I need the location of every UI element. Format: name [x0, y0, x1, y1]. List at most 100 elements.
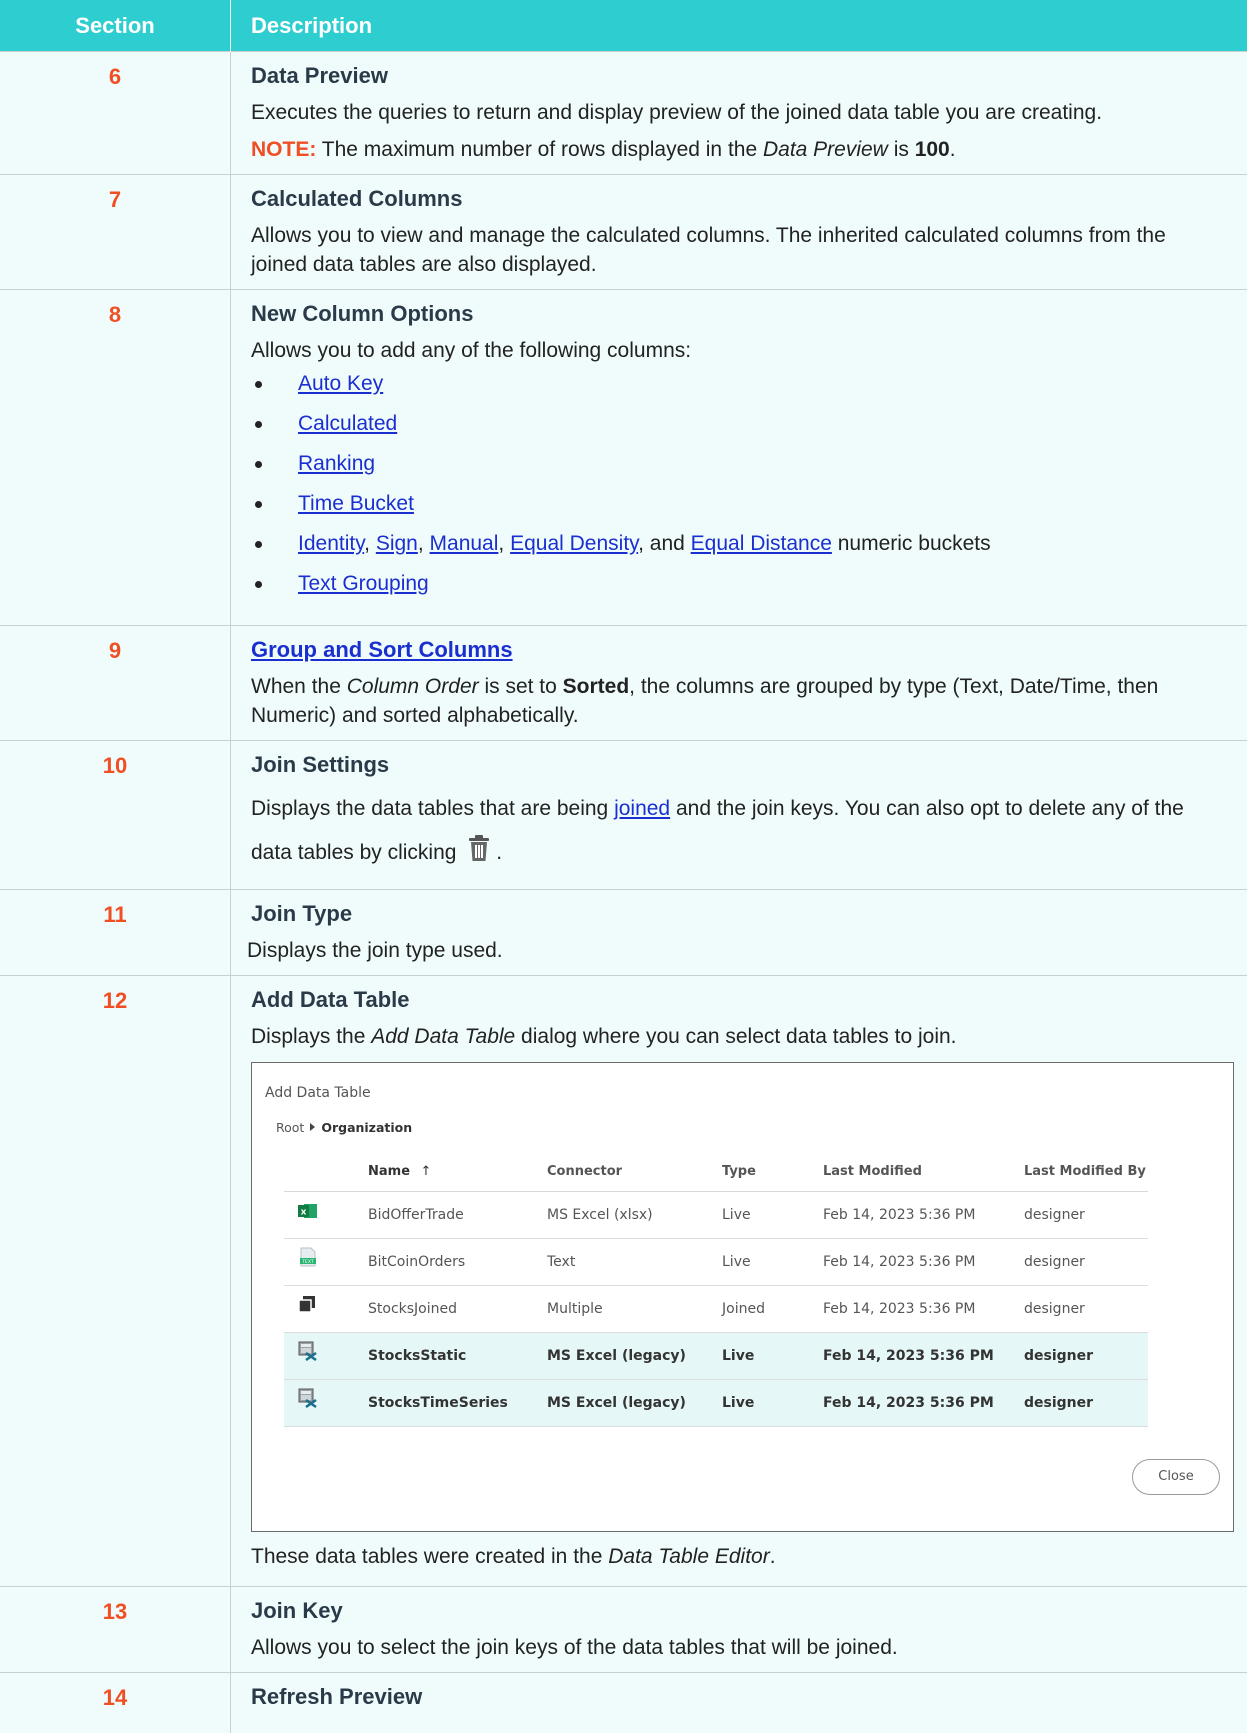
- time-bucket-link[interactable]: Time Bucket: [298, 492, 414, 515]
- table-row: 9 Group and Sort Columns When the Column…: [0, 626, 1247, 741]
- text-grouping-link[interactable]: Text Grouping: [298, 572, 429, 595]
- column-header-name[interactable]: Name ↑: [368, 1151, 547, 1192]
- section-number: 7: [0, 175, 231, 290]
- table-connector: Text: [547, 1239, 722, 1286]
- section-title: Refresh Preview: [251, 1684, 1227, 1710]
- close-button[interactable]: Close: [1132, 1459, 1220, 1495]
- dialog-title: Add Data Table: [265, 1079, 371, 1108]
- auto-key-link[interactable]: Auto Key: [298, 372, 383, 395]
- text-span: is set to: [479, 675, 563, 698]
- section-number: 9: [0, 626, 231, 741]
- add-data-table-dialog: Add Data Table RootOrganization Name ↑ C…: [251, 1062, 1234, 1532]
- separator: ,: [418, 532, 430, 555]
- table-name: BidOfferTrade: [368, 1192, 547, 1239]
- table-modified: Feb 14, 2023 5:36 PM: [823, 1333, 1024, 1380]
- section-title: Group and Sort Columns: [251, 637, 1227, 663]
- text-file-icon: TEXT: [284, 1239, 368, 1286]
- table-row[interactable]: StocksTimeSeries MS Excel (legacy) Live …: [284, 1380, 1148, 1427]
- text-span: dialog where you can select data tables …: [515, 1025, 956, 1048]
- table-header-row: Section Description: [0, 0, 1247, 52]
- note: NOTE: The maximum number of rows display…: [251, 135, 1227, 164]
- table-type: Live: [722, 1380, 823, 1427]
- table-row[interactable]: StocksJoined Multiple Joined Feb 14, 202…: [284, 1286, 1148, 1333]
- table-row[interactable]: x BidOfferTrade MS Excel (xlsx) Live Feb…: [284, 1192, 1148, 1239]
- data-table-list: Name ↑ Connector Type Last Modified Last…: [284, 1151, 1148, 1427]
- section-number: 12: [0, 976, 231, 1587]
- table-modified-by: designer: [1024, 1333, 1148, 1380]
- table-modified-by: designer: [1024, 1192, 1148, 1239]
- text-emphasis: Data Table Editor: [608, 1545, 770, 1568]
- section-title: Join Settings: [251, 752, 1227, 778]
- table-type: Live: [722, 1192, 823, 1239]
- table-row: 10 Join Settings Displays the data table…: [0, 741, 1247, 890]
- table-connector: MS Excel (legacy): [547, 1380, 722, 1427]
- text-emphasis: Column Order: [347, 675, 479, 698]
- table-name: StocksTimeSeries: [368, 1380, 547, 1427]
- section-description: Join Key Allows you to select the join k…: [231, 1587, 1247, 1673]
- joined-link[interactable]: joined: [614, 797, 670, 820]
- section-text: Displays the Add Data Table dialog where…: [251, 1022, 1227, 1051]
- column-header-last-modified-by[interactable]: Last Modified By: [1024, 1151, 1148, 1192]
- identity-link[interactable]: Identity: [298, 532, 364, 555]
- table-row: 13 Join Key Allows you to select the joi…: [0, 1587, 1247, 1673]
- table-row: 7 Calculated Columns Allows you to view …: [0, 175, 1247, 290]
- breadcrumb: RootOrganization: [276, 1113, 412, 1142]
- table-modified: Feb 14, 2023 5:36 PM: [823, 1192, 1024, 1239]
- text-span: Displays the: [251, 1025, 371, 1048]
- table-modified-by: designer: [1024, 1380, 1148, 1427]
- manual-link[interactable]: Manual: [430, 532, 499, 555]
- text-span: When the: [251, 675, 347, 698]
- note-text: .: [950, 138, 956, 161]
- section-description: Refresh Preview: [231, 1673, 1247, 1733]
- column-header-type[interactable]: Type: [722, 1151, 823, 1192]
- section-text: Executes the queries to return and displ…: [251, 98, 1227, 127]
- section-description: Calculated Columns Allows you to view an…: [231, 175, 1247, 290]
- text-span: Displays the data tables that are being: [251, 797, 614, 820]
- sort-arrow-icon: ↑: [421, 1164, 432, 1179]
- section-description: Group and Sort Columns When the Column O…: [231, 626, 1247, 741]
- table-name: BitCoinOrders: [368, 1239, 547, 1286]
- bucket-suffix: numeric buckets: [832, 532, 991, 555]
- table-row[interactable]: TEXT BitCoinOrders Text Live Feb 14, 202…: [284, 1239, 1148, 1286]
- list-item: Identity, Sign, Manual, Equal Density, a…: [251, 529, 1227, 569]
- column-header-last-modified[interactable]: Last Modified: [823, 1151, 1024, 1192]
- sign-link[interactable]: Sign: [376, 532, 418, 555]
- document-page: Section Description 6 Data Preview Execu…: [0, 0, 1247, 1733]
- column-header-connector[interactable]: Connector: [547, 1151, 722, 1192]
- list-item: Auto Key: [251, 369, 1227, 409]
- section-text: When the Column Order is set to Sorted, …: [251, 672, 1227, 730]
- section-text: Allows you to add any of the following c…: [251, 336, 1227, 365]
- calculated-link[interactable]: Calculated: [298, 412, 397, 435]
- section-text: Allows you to select the join keys of th…: [251, 1633, 1227, 1662]
- section-title: Calculated Columns: [251, 186, 1227, 212]
- group-sort-link[interactable]: Group and Sort Columns: [251, 637, 513, 662]
- table-connector: Multiple: [547, 1286, 722, 1333]
- column-options-list: Auto Key Calculated Ranking Time Bucket …: [251, 369, 1227, 609]
- excel-legacy-icon: [284, 1333, 368, 1380]
- separator: ,: [498, 532, 510, 555]
- note-strong: 100: [915, 138, 950, 161]
- table-modified: Feb 14, 2023 5:36 PM: [823, 1286, 1024, 1333]
- header-description: Description: [231, 0, 1247, 52]
- table-modified-by: designer: [1024, 1286, 1148, 1333]
- table-row[interactable]: StocksStatic MS Excel (legacy) Live Feb …: [284, 1333, 1148, 1380]
- table-row: 11 Join Type Displays the join type used…: [0, 890, 1247, 976]
- table-name: StocksJoined: [368, 1286, 547, 1333]
- section-title: Join Type: [251, 901, 1227, 927]
- section-text: Displays the join type used.: [247, 936, 1227, 965]
- note-text: The maximum number of rows displayed in …: [316, 138, 763, 161]
- section-number: 11: [0, 890, 231, 976]
- table-row: 14 Refresh Preview: [0, 1673, 1247, 1733]
- ranking-link[interactable]: Ranking: [298, 452, 375, 475]
- equal-density-link[interactable]: Equal Density: [510, 532, 638, 555]
- caret-right-icon: [310, 1123, 315, 1131]
- table-modified-by: designer: [1024, 1239, 1148, 1286]
- svg-text:TEXT: TEXT: [301, 1259, 314, 1265]
- table-type: Live: [722, 1239, 823, 1286]
- section-text: These data tables were created in the Da…: [251, 1542, 1227, 1571]
- text-span: .: [496, 841, 502, 864]
- breadcrumb-root[interactable]: Root: [276, 1120, 304, 1135]
- equal-distance-link[interactable]: Equal Distance: [691, 532, 832, 555]
- list-item: Text Grouping: [251, 569, 1227, 609]
- section-table: Section Description 6 Data Preview Execu…: [0, 0, 1247, 1733]
